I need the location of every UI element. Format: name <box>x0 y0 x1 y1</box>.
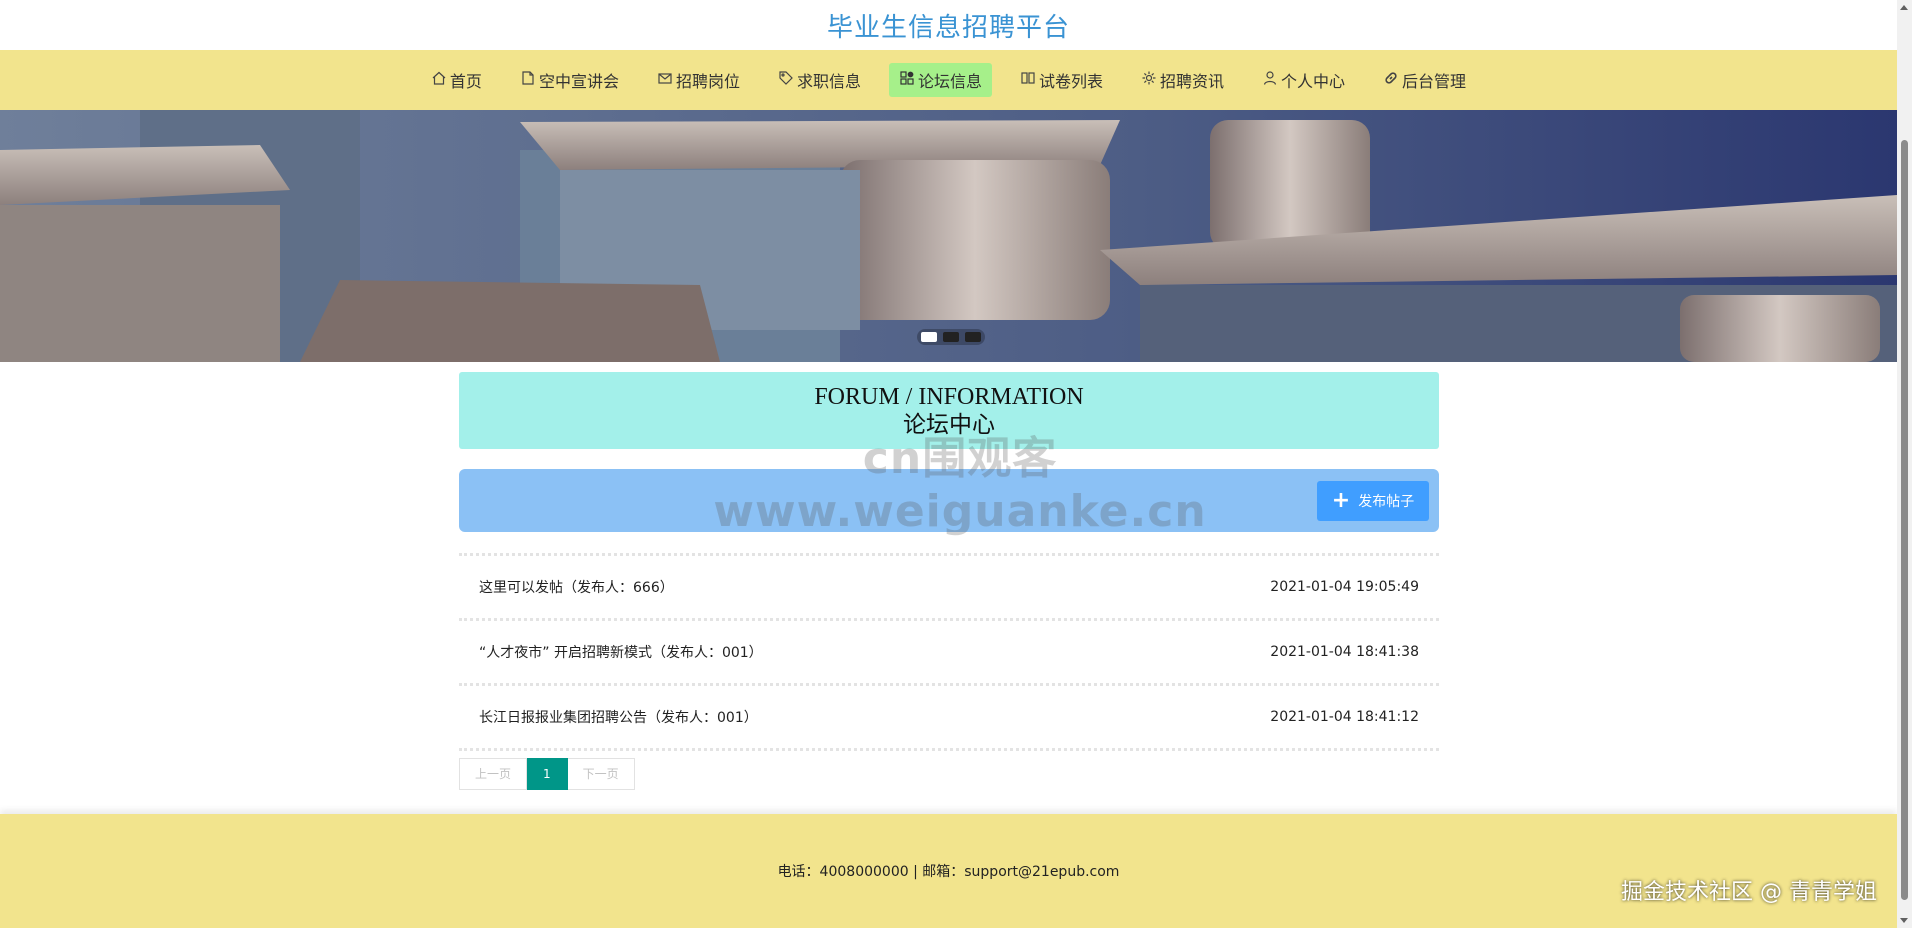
nav-item-profile[interactable]: 个人中心 <box>1252 63 1355 97</box>
page-1-button[interactable]: 1 <box>527 758 568 790</box>
apps-icon <box>899 70 915 90</box>
carousel-dot-1[interactable] <box>921 332 937 342</box>
document-icon <box>520 70 536 90</box>
home-icon <box>431 70 447 90</box>
gear-icon <box>1141 70 1157 90</box>
publish-post-label: 发布帖子 <box>1358 494 1415 510</box>
forum-title-en: FORUM / INFORMATION <box>814 383 1084 410</box>
nav-item-air-seminar[interactable]: 空中宣讲会 <box>510 63 629 97</box>
nav-item-job-seeking[interactable]: 求职信息 <box>768 63 871 97</box>
plus-icon: + <box>1331 488 1351 513</box>
carousel-dot-2[interactable] <box>943 332 959 342</box>
publish-post-button[interactable]: + 发布帖子 <box>1317 481 1429 521</box>
page-scrollbar[interactable] <box>1897 0 1912 928</box>
post-title[interactable]: 这里可以发帖（发布人：666） <box>479 577 674 597</box>
carousel-dot-3[interactable] <box>965 332 981 342</box>
list-item[interactable]: “人才夜市” 开启招聘新模式（发布人：001） 2021-01-04 18:41… <box>459 621 1439 683</box>
mail-icon <box>657 70 673 90</box>
user-icon <box>1262 70 1278 90</box>
nav-label: 求职信息 <box>796 72 861 91</box>
scroll-up-arrow-icon[interactable] <box>1900 5 1908 10</box>
nav-label: 后台管理 <box>1402 72 1467 91</box>
page: 毕业生信息招聘平台 首页 空中宣讲会 招聘岗位 求职信息 论坛信息 试卷列表 招 <box>0 0 1897 928</box>
forum-header: FORUM / INFORMATION 论坛中心 <box>459 372 1439 449</box>
nav-item-home[interactable]: 首页 <box>421 63 492 97</box>
next-page-button[interactable]: 下一页 <box>567 758 635 790</box>
nav-label: 招聘资讯 <box>1160 72 1225 91</box>
read-icon <box>1020 70 1036 90</box>
prev-page-button[interactable]: 上一页 <box>459 758 528 790</box>
footer: 电话：4008000000 | 邮箱：support@21epub.com 掘金… <box>0 814 1897 928</box>
nav-item-admin[interactable]: 后台管理 <box>1373 63 1476 97</box>
forum-title-cn: 论坛中心 <box>903 411 995 437</box>
nav-label: 首页 <box>449 72 482 91</box>
nav-label: 论坛信息 <box>917 72 982 91</box>
nav-label: 空中宣讲会 <box>538 72 619 91</box>
list-item[interactable]: 这里可以发帖（发布人：666） 2021-01-04 19:05:49 <box>459 556 1439 618</box>
banner-image <box>0 110 1897 362</box>
main-nav: 首页 空中宣讲会 招聘岗位 求职信息 论坛信息 试卷列表 招聘资讯 个人中心 后… <box>0 50 1897 110</box>
nav-label: 试卷列表 <box>1039 72 1104 91</box>
divider <box>459 748 1439 751</box>
post-time: 2021-01-04 19:05:49 <box>1270 579 1419 595</box>
post-time: 2021-01-04 18:41:38 <box>1270 644 1419 660</box>
scroll-thumb[interactable] <box>1901 140 1908 900</box>
nav-item-news[interactable]: 招聘资讯 <box>1131 63 1234 97</box>
carousel-indicators <box>917 329 985 345</box>
nav-item-jobs[interactable]: 招聘岗位 <box>647 63 750 97</box>
post-list: 这里可以发帖（发布人：666） 2021-01-04 19:05:49 “人才夜… <box>459 553 1439 751</box>
list-item[interactable]: 长江日报报业集团招聘公告（发布人：001） 2021-01-04 18:41:1… <box>459 686 1439 748</box>
footer-contact: 电话：4008000000 | 邮箱：support@21epub.com <box>777 864 1120 880</box>
corner-watermark: 掘金技术社区 @ 青青学姐 <box>1621 880 1877 905</box>
forum-toolbar: + 发布帖子 <box>459 469 1439 532</box>
nav-label: 招聘岗位 <box>675 72 740 91</box>
post-title[interactable]: “人才夜市” 开启招聘新模式（发布人：001） <box>479 642 763 662</box>
nav-item-exams[interactable]: 试卷列表 <box>1010 63 1113 97</box>
nav-label: 个人中心 <box>1281 72 1346 91</box>
link-icon <box>1383 70 1399 90</box>
tag-icon <box>778 70 794 90</box>
site-title: 毕业生信息招聘平台 <box>826 12 1070 43</box>
post-time: 2021-01-04 18:41:12 <box>1270 709 1419 725</box>
banner-carousel[interactable] <box>0 110 1897 362</box>
pagination: 上一页 1 下一页 <box>459 758 635 790</box>
post-title[interactable]: 长江日报报业集团招聘公告（发布人：001） <box>479 707 758 727</box>
scroll-down-arrow-icon[interactable] <box>1900 918 1908 923</box>
nav-item-forum[interactable]: 论坛信息 <box>888 63 992 97</box>
